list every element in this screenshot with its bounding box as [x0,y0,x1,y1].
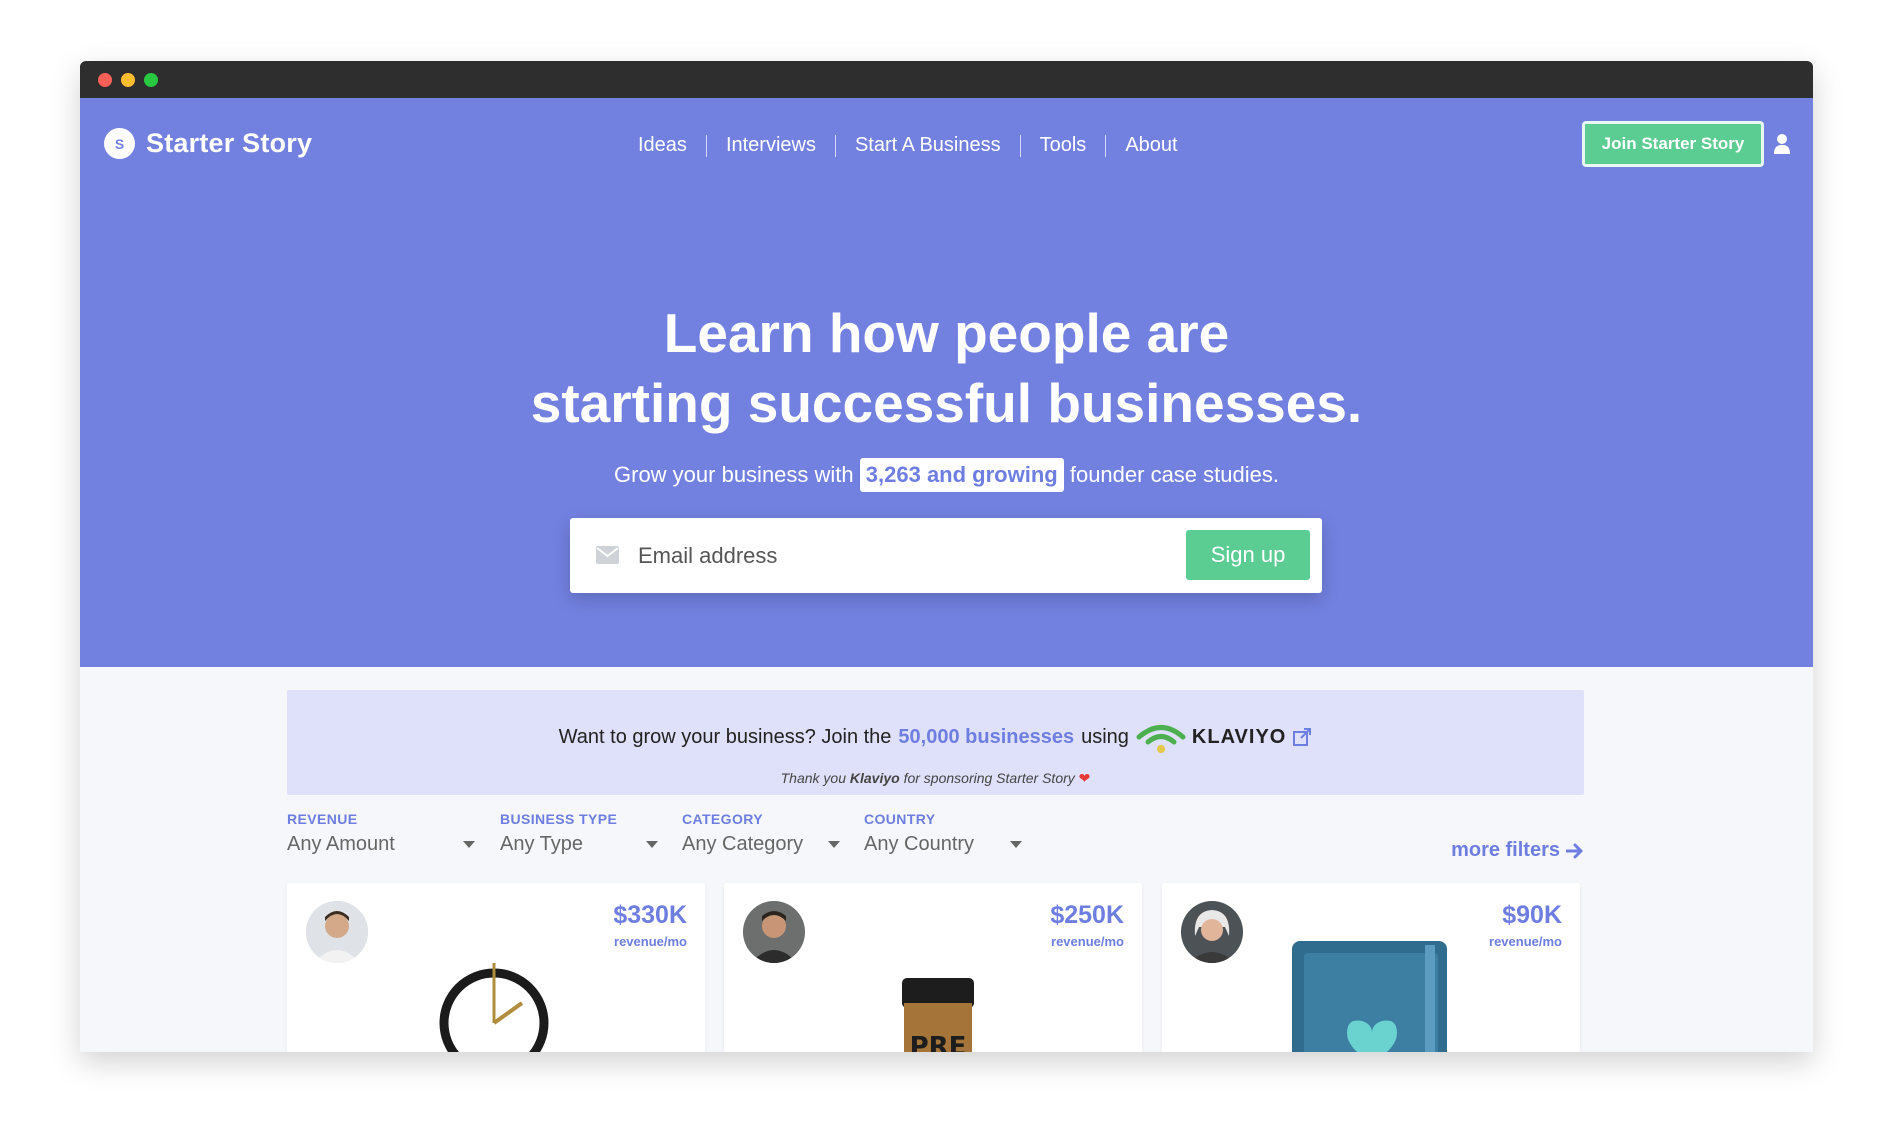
revenue-amount: $250K [1050,901,1124,929]
logo-mark: S [104,128,135,159]
sponsor-message: Want to grow your business? Join the 50,… [287,720,1584,754]
revenue-amount: $330K [613,901,687,929]
case-study-card[interactable]: $90K revenue/mo [1162,883,1580,1052]
founder-avatar [743,901,805,963]
klaviyo-logo-icon [1136,725,1186,753]
revenue-stat: $90K revenue/mo [1489,901,1562,949]
minimize-window-button[interactable] [121,72,135,87]
sponsor-banner: Want to grow your business? Join the 50,… [287,690,1584,795]
chevron-down-icon [463,841,475,848]
site-logo[interactable]: S Starter Story [104,128,312,159]
headline-line-1: Learn how people are [663,302,1230,364]
sub-suffix: founder case studies. [1069,462,1279,487]
email-input[interactable] [638,536,1138,576]
join-button[interactable]: Join Starter Story [1582,121,1764,167]
revenue-unit: revenue/mo [1489,934,1562,949]
thanks-suffix: for sponsoring Starter Story [903,770,1075,786]
arrow-right-icon [1566,843,1583,858]
nav-link-ideas[interactable]: Ideas [638,134,687,157]
hero-section: S Starter Story Ideas Interviews Start A… [80,98,1813,667]
filter-label: BUSINESS TYPE [500,811,618,827]
nav-divider [834,134,836,157]
revenue-unit: revenue/mo [614,934,687,949]
nav-divider [1105,134,1107,157]
case-study-card[interactable]: PRE $250K revenue/mo [724,883,1142,1052]
user-icon[interactable] [1773,133,1791,155]
email-signup-form: Sign up [570,518,1322,593]
filter-bar: REVENUE Any Amount BUSINESS TYPE Any Typ… [287,811,1584,871]
nav-link-tools[interactable]: Tools [1040,134,1087,157]
hero-subheadline: Grow your business with 3,263 and growin… [80,458,1813,492]
klaviyo-brand-link[interactable]: KLAVIYO [1136,720,1312,754]
founder-avatar [1181,901,1243,963]
sign-up-button[interactable]: Sign up [1186,530,1310,580]
revenue-filter[interactable]: REVENUE Any Amount [287,811,475,856]
heart-icon: ❤ [1078,770,1091,786]
nav-divider [1019,134,1021,157]
filter-label: REVENUE [287,811,358,827]
more-filters-label: more filters [1451,839,1560,861]
filter-value: Any Country [864,833,975,855]
browser-window: S Starter Story Ideas Interviews Start A… [80,61,1813,1052]
external-link-icon [1293,728,1312,746]
case-study-count-badge: 3,263 and growing [859,458,1064,492]
sponsor-middle: using [1081,725,1129,748]
headline-line-2: starting successful businesses. [530,372,1363,434]
revenue-stat: $250K revenue/mo [1050,901,1124,949]
nav-links: Ideas Interviews Start A Business Tools … [638,134,1178,157]
case-study-cards: $330K revenue/mo PRE $250K revenue/mo $9… [287,883,1584,1052]
revenue-stat: $330K revenue/mo [613,901,687,949]
window-titlebar [80,61,1813,98]
category-filter[interactable]: CATEGORY Any Category [682,811,840,856]
filter-value: Any Category [682,833,804,855]
filter-value: Any Type [500,833,584,855]
sponsor-thanks: Thank you Klaviyo for sponsoring Starter… [287,770,1584,787]
sponsor-businesses-link[interactable]: 50,000 businesses [898,726,1074,749]
logo-text: Starter Story [146,128,313,158]
nav-divider [705,134,707,157]
thanks-brand: Klaviyo [849,770,900,786]
business-type-filter[interactable]: BUSINESS TYPE Any Type [500,811,658,856]
thanks-prefix: Thank you [780,770,846,786]
svg-text:PRE: PRE [910,1032,967,1052]
maximize-window-button[interactable] [144,72,158,87]
revenue-unit: revenue/mo [1051,934,1124,949]
nav-link-interviews[interactable]: Interviews [726,134,816,157]
filter-label: CATEGORY [682,811,763,827]
envelope-icon [596,546,619,564]
country-filter[interactable]: COUNTRY Any Country [864,811,1022,856]
chevron-down-icon [828,841,840,848]
klaviyo-wordmark: KLAVIYO [1191,725,1287,748]
nav-link-about[interactable]: About [1125,134,1177,157]
filter-value: Any Amount [287,833,395,855]
revenue-amount: $90K [1502,901,1562,929]
hero-headline: Learn how people are starting successful… [80,298,1813,438]
more-filters-link[interactable]: more filters [1451,839,1584,862]
nav-link-start-a-business[interactable]: Start A Business [855,134,1001,157]
sponsor-prefix: Want to grow your business? Join the [558,725,892,748]
founder-avatar [306,901,368,963]
sub-prefix: Grow your business with [614,462,854,487]
close-window-button[interactable] [98,72,112,87]
chevron-down-icon [1010,841,1022,848]
case-study-card[interactable]: $330K revenue/mo [287,883,705,1052]
top-nav: S Starter Story Ideas Interviews Start A… [80,98,1813,194]
filter-label: COUNTRY [864,811,936,827]
chevron-down-icon [646,841,658,848]
